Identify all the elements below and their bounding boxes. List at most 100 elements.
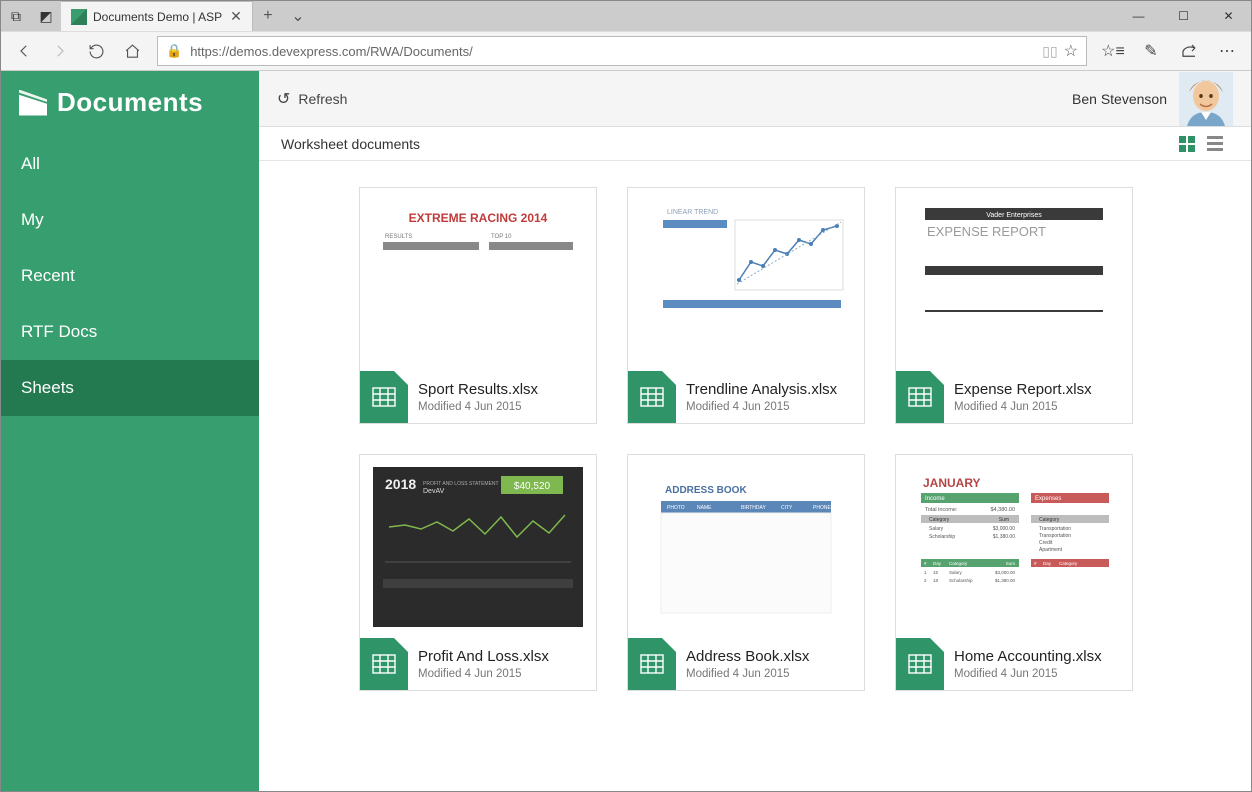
svg-text:Vader Enterprises: Vader Enterprises — [986, 212, 1042, 219]
brand-title: Documents — [57, 87, 203, 118]
document-card[interactable]: EXTREME RACING 2014 RESULTS TOP 10 (svg)… — [359, 187, 597, 424]
svg-text:PHOTO: PHOTO — [667, 505, 685, 511]
document-name: Profit And Loss.xlsx — [418, 648, 549, 665]
browser-tab[interactable]: Documents Demo | ASP ✕ — [61, 1, 253, 31]
subbar: Worksheet documents — [259, 127, 1251, 161]
window-maximize-button[interactable]: ☐ — [1161, 1, 1206, 31]
lock-icon: 🔒 — [166, 43, 182, 59]
svg-text:Day: Day — [933, 561, 942, 566]
content: EXTREME RACING 2014 RESULTS TOP 10 (svg)… — [259, 161, 1251, 791]
back-button[interactable] — [7, 34, 41, 68]
svg-text:Day: Day — [1043, 561, 1052, 566]
svg-text:Apartment: Apartment — [1039, 547, 1063, 553]
avatar[interactable] — [1179, 72, 1233, 126]
spreadsheet-icon — [360, 371, 408, 423]
url-box[interactable]: 🔒 https://demos.devexpress.com/RWA/Docum… — [157, 36, 1087, 66]
grid-icon — [1179, 136, 1195, 152]
username[interactable]: Ben Stevenson — [1072, 91, 1167, 107]
favorite-icon[interactable]: ☆ — [1064, 41, 1078, 61]
more-icon[interactable]: ⋯ — [1209, 34, 1245, 68]
document-thumbnail: ADDRESS BOOK PHOTONAMEBIRTHDAYCITYPHONE — [628, 455, 864, 638]
document-modified: Modified 4 Jun 2015 — [954, 401, 1092, 413]
tab-title: Documents Demo | ASP — [93, 10, 222, 24]
sidebar: Documents All My Recent RTF Docs Sheets — [1, 71, 259, 791]
document-card[interactable]: 2018 PROFIT AND LOSS STATEMENT DevAV $40… — [359, 454, 597, 691]
svg-text:Salary: Salary — [929, 526, 944, 532]
browser-chrome: ⧉ ◩ Documents Demo | ASP ✕ + ⌄ — ☐ ✕ 🔒 h… — [1, 1, 1251, 71]
tab-actions-icon[interactable]: ⧉ — [1, 1, 31, 31]
main: ↻ Refresh Ben Stevenson Worksheet d — [259, 71, 1251, 791]
favorites-list-icon[interactable]: ☆≡ — [1095, 34, 1131, 68]
svg-text:Income: Income — [925, 496, 945, 502]
tab-preview-icon[interactable]: ◩ — [31, 1, 61, 31]
document-modified: Modified 4 Jun 2015 — [686, 401, 837, 413]
svg-text:EXPENSE REPORT: EXPENSE REPORT — [927, 224, 1046, 239]
view-grid-button[interactable] — [1173, 132, 1201, 156]
svg-text:$3,000.00: $3,000.00 — [995, 570, 1016, 575]
document-bar: Profit And Loss.xlsx Modified 4 Jun 2015 — [360, 638, 596, 690]
document-bar: Address Book.xlsx Modified 4 Jun 2015 — [628, 638, 864, 690]
close-tab-icon[interactable]: ✕ — [230, 8, 242, 25]
sidebar-item-recent[interactable]: Recent — [1, 248, 259, 304]
document-thumbnail: EXTREME RACING 2014 RESULTS TOP 10 (svg)… — [360, 188, 596, 371]
document-thumbnail: JANUARY Income Total income: $4,380.00 C… — [896, 455, 1132, 638]
view-list-button[interactable] — [1201, 132, 1229, 156]
sidebar-item-sheets[interactable]: Sheets — [1, 360, 259, 416]
document-bar: Expense Report.xlsx Modified 4 Jun 2015 — [896, 371, 1132, 423]
document-name: Expense Report.xlsx — [954, 381, 1092, 398]
svg-text:2018: 2018 — [385, 476, 416, 492]
list-icon — [1207, 136, 1223, 151]
document-name: Sport Results.xlsx — [418, 381, 538, 398]
reading-view-icon[interactable]: ▯▯ — [1042, 43, 1057, 60]
spreadsheet-icon — [628, 638, 676, 690]
svg-text:Category: Category — [929, 517, 950, 523]
svg-text:Sum: Sum — [1006, 561, 1016, 566]
svg-text:Scholarship: Scholarship — [949, 578, 973, 583]
refresh-button[interactable]: ↻ Refresh — [277, 89, 347, 109]
svg-text:NAME: NAME — [697, 505, 712, 511]
sidebar-item-rtf[interactable]: RTF Docs — [1, 304, 259, 360]
spreadsheet-icon — [896, 638, 944, 690]
svg-text:CITY: CITY — [781, 505, 793, 511]
document-card[interactable]: Vader Enterprises EXPENSE REPORT (svg)=>… — [895, 187, 1133, 424]
view-toggle — [1173, 132, 1229, 156]
forward-button[interactable] — [43, 34, 77, 68]
reload-button[interactable] — [79, 34, 113, 68]
refresh-label: Refresh — [298, 91, 347, 107]
tabs-chevron-icon[interactable]: ⌄ — [283, 1, 313, 31]
share-icon[interactable] — [1171, 34, 1207, 68]
document-card[interactable]: ADDRESS BOOK PHOTONAMEBIRTHDAYCITYPHONE … — [627, 454, 865, 691]
url-text: https://demos.devexpress.com/RWA/Documen… — [190, 44, 1036, 59]
brand[interactable]: Documents — [1, 71, 259, 136]
window-close-button[interactable]: ✕ — [1206, 1, 1251, 31]
document-bar: Sport Results.xlsx Modified 4 Jun 2015 — [360, 371, 596, 423]
home-button[interactable] — [115, 34, 149, 68]
refresh-icon: ↻ — [277, 89, 290, 109]
notes-icon[interactable]: ✎ — [1133, 34, 1169, 68]
svg-text:ADDRESS BOOK: ADDRESS BOOK — [665, 485, 747, 496]
sidebar-item-all[interactable]: All — [1, 136, 259, 192]
document-thumbnail: Vader Enterprises EXPENSE REPORT (svg)=>… — [896, 188, 1132, 371]
spreadsheet-icon — [360, 638, 408, 690]
svg-text:JANUARY: JANUARY — [923, 476, 981, 490]
document-thumbnail: 2018 PROFIT AND LOSS STATEMENT DevAV $40… — [360, 455, 596, 638]
page-title: Worksheet documents — [281, 136, 1173, 152]
document-card[interactable]: JANUARY Income Total income: $4,380.00 C… — [895, 454, 1133, 691]
svg-text:$4,380.00: $4,380.00 — [991, 507, 1015, 513]
svg-text:$1,380.00: $1,380.00 — [993, 534, 1015, 540]
document-modified: Modified 4 Jun 2015 — [686, 668, 809, 680]
document-card[interactable]: LINEAR TREND (svg)=>{let g=svg.querySele… — [627, 187, 865, 424]
window-minimize-button[interactable]: — — [1116, 1, 1161, 31]
brand-logo-icon — [19, 90, 47, 116]
document-thumbnail: LINEAR TREND (svg)=>{let g=svg.querySele… — [628, 188, 864, 371]
sidebar-nav: All My Recent RTF Docs Sheets — [1, 136, 259, 416]
sidebar-item-my[interactable]: My — [1, 192, 259, 248]
document-modified: Modified 4 Jun 2015 — [418, 668, 549, 680]
new-tab-button[interactable]: + — [253, 1, 283, 31]
svg-text:Credit: Credit — [1039, 540, 1053, 546]
svg-text:Category: Category — [1039, 517, 1060, 523]
document-name: Home Accounting.xlsx — [954, 648, 1102, 665]
document-bar: Trendline Analysis.xlsx Modified 4 Jun 2… — [628, 371, 864, 423]
titlebar: ⧉ ◩ Documents Demo | ASP ✕ + ⌄ — ☐ ✕ — [1, 1, 1251, 31]
svg-text:EXTREME RACING 2014: EXTREME RACING 2014 — [409, 211, 548, 225]
